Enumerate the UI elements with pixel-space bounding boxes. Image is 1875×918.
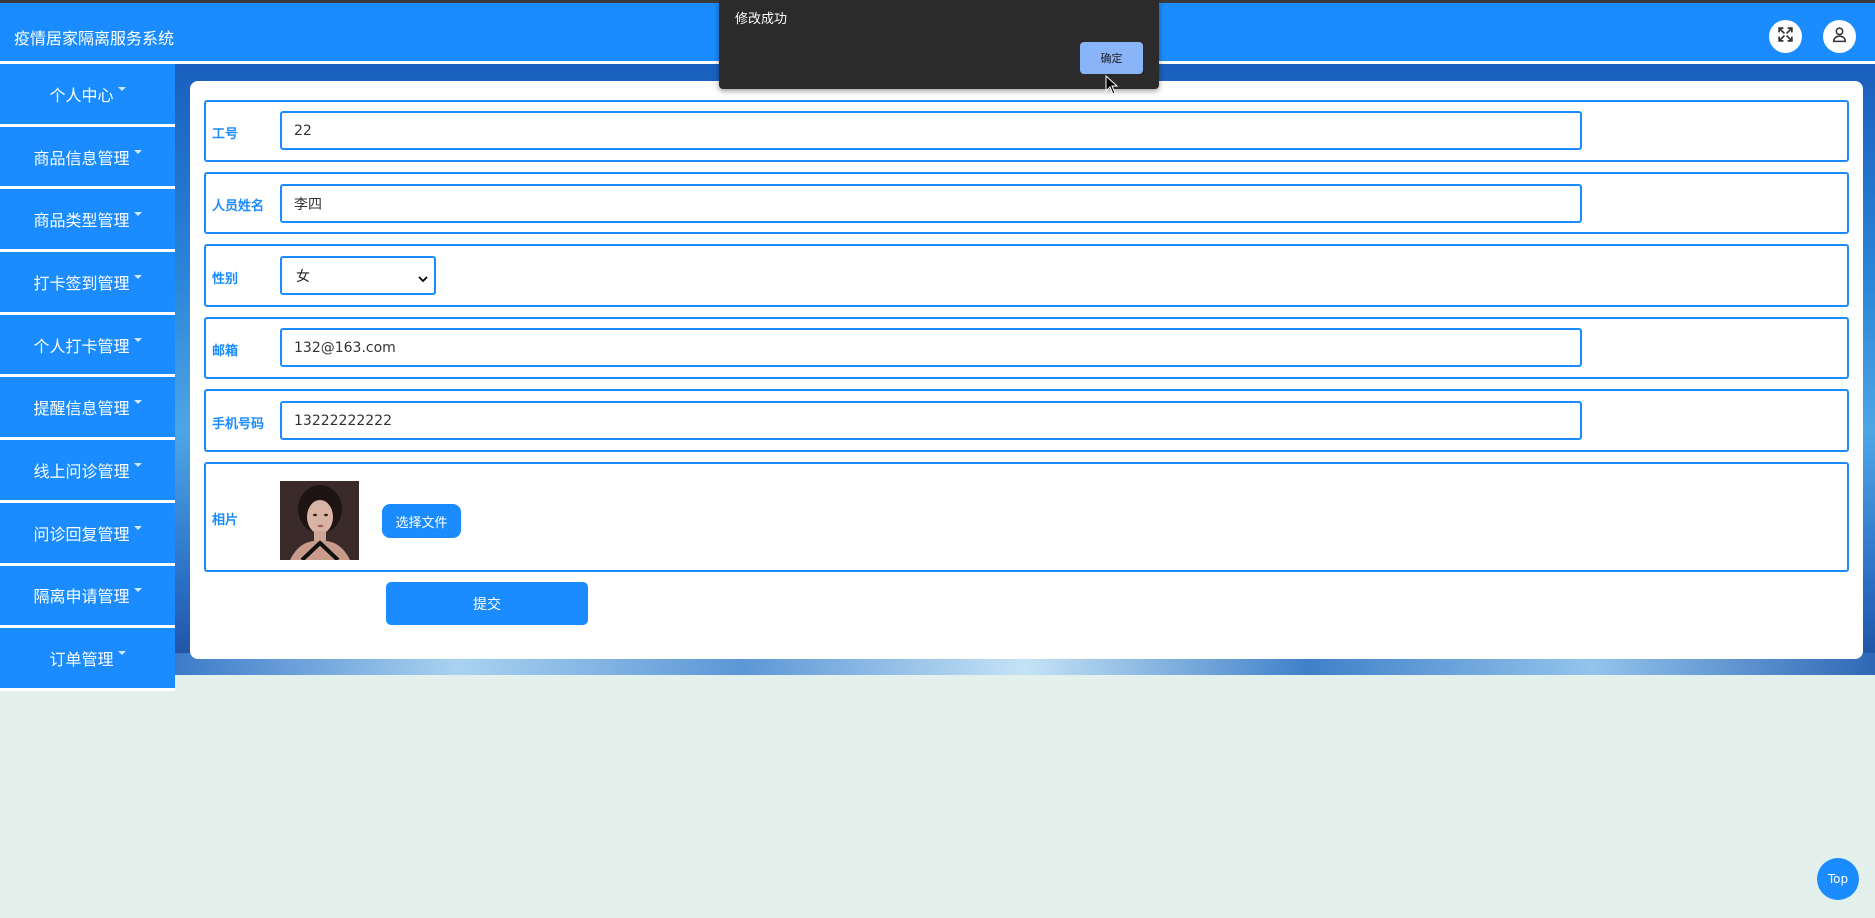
fullscreen-button[interactable] bbox=[1769, 20, 1802, 53]
caret-down-icon bbox=[133, 462, 142, 467]
back-to-top-button[interactable]: Top bbox=[1817, 858, 1859, 900]
sidebar-item-orders[interactable]: 订单管理 bbox=[0, 628, 175, 691]
caret-down-icon bbox=[133, 525, 142, 530]
sidebar-item-personal-checkin[interactable]: 个人打卡管理 bbox=[0, 314, 175, 378]
form-row-name: 人员姓名 bbox=[204, 172, 1849, 234]
caret-down-icon bbox=[133, 212, 142, 217]
alert-ok-button[interactable]: 确定 bbox=[1080, 42, 1143, 74]
form-row-email: 邮箱 bbox=[204, 317, 1849, 379]
profile-photo bbox=[280, 481, 359, 560]
submit-button[interactable]: 提交 bbox=[386, 582, 588, 625]
choose-file-button[interactable]: 选择文件 bbox=[382, 504, 461, 538]
form-row-phone: 手机号码 bbox=[204, 389, 1849, 452]
chevron-down-icon bbox=[418, 271, 428, 287]
employee-id-input[interactable] bbox=[280, 111, 1582, 150]
sidebar-item-isolation-apply[interactable]: 隔离申请管理 bbox=[0, 565, 175, 629]
sidebar-item-online-consult[interactable]: 线上问诊管理 bbox=[0, 440, 175, 503]
gender-label: 性别 bbox=[212, 272, 239, 287]
gender-selected-value: 女 bbox=[296, 268, 310, 285]
caret-down-icon bbox=[117, 86, 126, 91]
employee-id-label: 工号 bbox=[212, 127, 239, 142]
user-icon bbox=[1831, 26, 1848, 47]
sidebar-item-consult-reply[interactable]: 问诊回复管理 bbox=[0, 502, 175, 566]
user-button[interactable] bbox=[1823, 20, 1856, 53]
alert-dialog: 修改成功 确定 bbox=[719, 0, 1159, 89]
caret-down-icon bbox=[133, 337, 142, 342]
sidebar-item-checkin[interactable]: 打卡签到管理 bbox=[0, 252, 175, 315]
sidebar-item-personal-center[interactable]: 个人中心 bbox=[0, 64, 175, 127]
caret-down-icon bbox=[133, 274, 142, 279]
form-row-employee-id: 工号 bbox=[204, 100, 1849, 162]
sidebar-item-product-type[interactable]: 商品类型管理 bbox=[0, 189, 175, 253]
caret-down-icon bbox=[133, 400, 142, 405]
sidebar-item-product-info[interactable]: 商品信息管理 bbox=[0, 126, 175, 190]
caret-down-icon bbox=[117, 651, 126, 656]
email-label: 邮箱 bbox=[212, 344, 239, 359]
name-input[interactable] bbox=[280, 184, 1582, 223]
alert-message: 修改成功 bbox=[735, 12, 788, 27]
profile-form-card: 工号 人员姓名 性别 女 邮箱 手机号码 相片 bbox=[190, 81, 1863, 659]
caret-down-icon bbox=[133, 588, 142, 593]
name-label: 人员姓名 bbox=[212, 199, 265, 214]
form-row-photo: 相片 选择文件 bbox=[204, 462, 1849, 572]
sidebar-item-reminder[interactable]: 提醒信息管理 bbox=[0, 377, 175, 441]
caret-down-icon bbox=[133, 149, 142, 154]
sidebar: 个人中心 商品信息管理 商品类型管理 打卡签到管理 个人打卡管理 提醒信息管理 … bbox=[0, 64, 175, 691]
email-input[interactable] bbox=[280, 328, 1582, 367]
mouse-cursor-icon bbox=[1105, 74, 1119, 99]
phone-label: 手机号码 bbox=[212, 417, 265, 432]
form-row-gender: 性别 女 bbox=[204, 244, 1849, 307]
gender-select[interactable]: 女 bbox=[280, 256, 436, 295]
expand-icon bbox=[1777, 26, 1794, 47]
app-title: 疫情居家隔离服务系统 bbox=[14, 29, 175, 48]
phone-input[interactable] bbox=[280, 401, 1582, 440]
photo-label: 相片 bbox=[212, 513, 239, 528]
